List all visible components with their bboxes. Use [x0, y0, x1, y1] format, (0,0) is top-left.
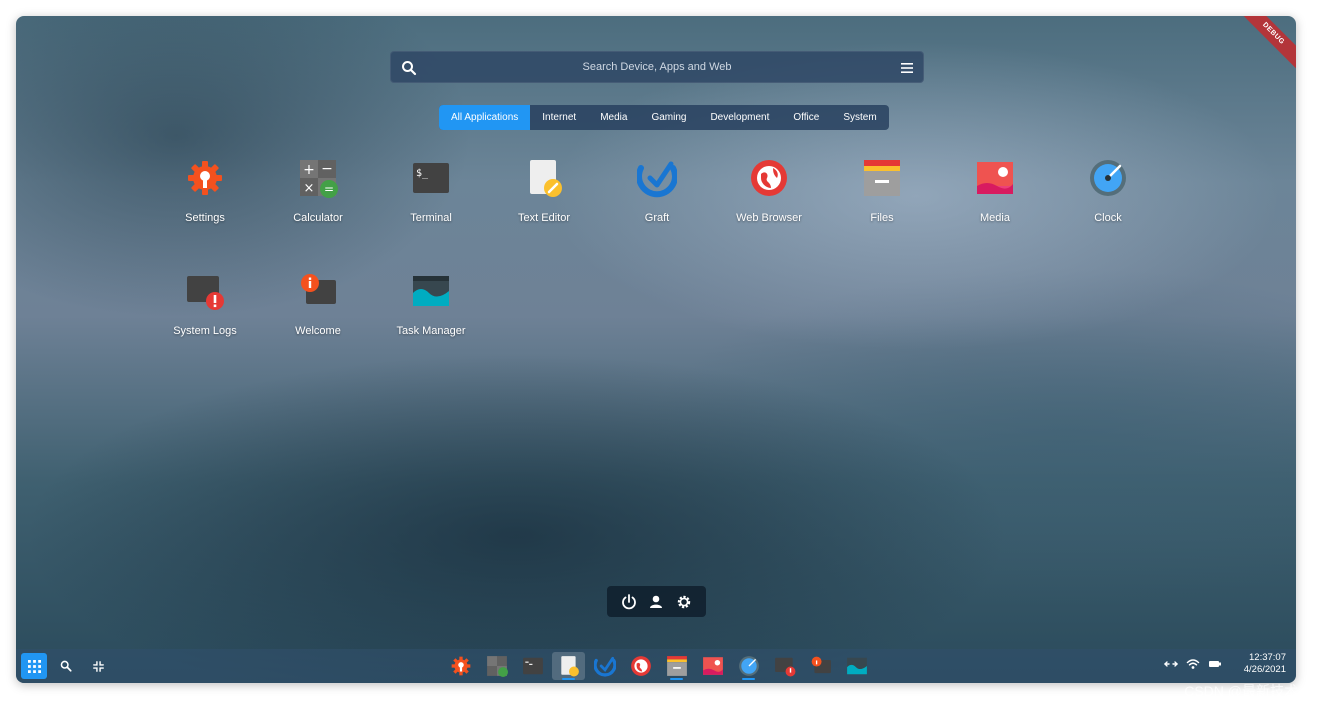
app-calculator[interactable]: + − × = Calculator — [263, 158, 373, 248]
welcome-icon — [301, 274, 336, 304]
taskbar-system-logs[interactable] — [768, 652, 801, 680]
app-label: Web Browser — [736, 212, 802, 224]
app-label: Settings — [185, 212, 225, 224]
svg-text:×: × — [304, 181, 315, 196]
taskbar-clock-readout[interactable]: 12:37:07 4/26/2021 — [1244, 652, 1286, 676]
app-graft[interactable]: Graft — [602, 158, 712, 248]
terminal-icon: $_ — [413, 163, 449, 193]
settings-icon — [451, 656, 470, 676]
app-settings[interactable]: Settings — [150, 158, 260, 248]
user-icon[interactable] — [647, 593, 665, 611]
app-label: Terminal — [410, 212, 452, 224]
app-grid: Settings + − × = Calculator $_ Terminal — [16, 16, 1296, 683]
system-tray: 12:37:07 4/26/2021 — [1163, 652, 1286, 676]
calculator-icon — [486, 656, 508, 677]
taskbar-left — [21, 653, 111, 679]
clock-icon — [1090, 160, 1126, 196]
app-label: Graft — [644, 212, 670, 224]
taskbar-graft[interactable] — [588, 652, 621, 680]
watermark: CSDN @最新技术 — [1184, 683, 1298, 699]
taskbar-calculator[interactable] — [480, 652, 513, 680]
taskbar-settings[interactable] — [444, 652, 477, 680]
date-label: 4/26/2021 — [1243, 664, 1286, 675]
system-logs-icon — [774, 657, 795, 677]
text-editor-icon — [560, 656, 579, 677]
task-manager-icon — [413, 276, 449, 306]
app-task-manager[interactable]: Task Manager — [376, 271, 486, 361]
terminal-glyph: $_ — [416, 168, 429, 179]
taskbar: 12:37:07 4/26/2021 — [16, 649, 1296, 683]
wifi-icon[interactable] — [1186, 657, 1200, 671]
grid-icon — [27, 659, 41, 673]
app-label: Media — [980, 212, 1010, 224]
media-icon — [977, 162, 1013, 194]
taskbar-terminal[interactable] — [516, 652, 549, 680]
media-icon — [702, 657, 723, 675]
app-files[interactable]: Files — [827, 158, 937, 248]
gear-icon[interactable] — [675, 593, 693, 611]
desktop: DEBUG Search Device, Apps and Web All Ap… — [16, 16, 1296, 683]
taskbar-web-browser[interactable] — [624, 652, 657, 680]
running-indicator — [562, 678, 575, 680]
graft-icon — [593, 656, 616, 677]
overview-button[interactable] — [85, 653, 111, 679]
search-icon — [60, 660, 72, 672]
app-launcher-button[interactable] — [21, 653, 47, 679]
app-label: Calculator — [293, 212, 343, 224]
files-icon — [864, 160, 900, 196]
svg-text:−: − — [321, 161, 333, 177]
app-terminal[interactable]: $_ Terminal — [376, 158, 486, 248]
taskbar-files[interactable] — [660, 652, 693, 680]
network-arrows-icon[interactable] — [1163, 657, 1178, 671]
clock-icon — [738, 656, 759, 676]
app-label: System Logs — [173, 325, 237, 337]
task-manager-icon — [846, 657, 867, 675]
app-label: Task Manager — [396, 325, 466, 337]
running-indicator — [670, 678, 683, 680]
app-media[interactable]: Media — [940, 158, 1050, 248]
files-icon — [666, 656, 687, 676]
system-logs-icon — [187, 276, 224, 310]
app-welcome[interactable]: Welcome — [263, 271, 373, 361]
web-browser-icon — [630, 656, 651, 676]
web-browser-icon — [751, 160, 787, 196]
taskbar-apps — [444, 652, 873, 680]
app-system-logs[interactable]: System Logs — [150, 271, 260, 361]
taskbar-text-editor[interactable] — [552, 652, 585, 680]
svg-text:=: = — [324, 182, 334, 196]
taskbar-clock[interactable] — [732, 652, 765, 680]
calculator-icon: + − × = — [300, 160, 338, 198]
app-text-editor[interactable]: Text Editor — [489, 158, 599, 248]
app-label: Clock — [1094, 212, 1122, 224]
power-icon[interactable] — [620, 593, 638, 611]
welcome-icon — [811, 656, 831, 674]
taskbar-welcome[interactable] — [804, 652, 837, 680]
graft-icon — [637, 161, 677, 198]
settings-icon — [188, 161, 222, 195]
app-label: Text Editor — [518, 212, 570, 224]
taskbar-task-manager[interactable] — [840, 652, 873, 680]
session-controls — [607, 586, 706, 617]
battery-icon[interactable] — [1208, 657, 1222, 671]
terminal-icon — [522, 657, 543, 675]
time-label: 12:37:07 — [1249, 652, 1286, 663]
app-clock[interactable]: Clock — [1053, 158, 1163, 248]
app-label: Welcome — [295, 325, 341, 337]
running-indicator — [742, 678, 755, 680]
app-label: Files — [870, 212, 894, 224]
text-editor-icon — [530, 160, 562, 197]
compress-icon — [92, 660, 104, 672]
taskbar-media[interactable] — [696, 652, 729, 680]
svg-text:+: + — [303, 162, 315, 178]
taskbar-search-button[interactable] — [53, 653, 79, 679]
app-web-browser[interactable]: Web Browser — [714, 158, 824, 248]
